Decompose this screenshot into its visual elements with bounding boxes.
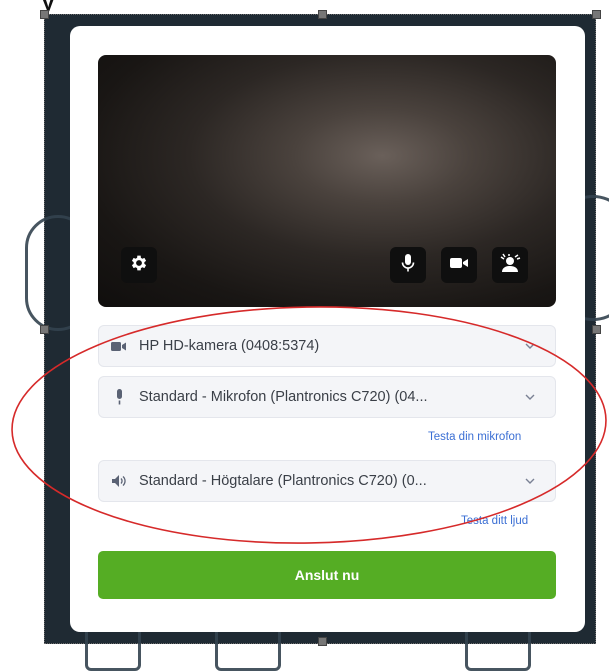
microphone-icon xyxy=(111,389,127,405)
resize-handle[interactable] xyxy=(592,325,601,334)
video-preview xyxy=(98,55,556,307)
chevron-down-icon xyxy=(523,343,537,349)
chevron-down-icon xyxy=(523,478,537,484)
microphone-select-value: Standard - Mikrofon (Plantronics C720) (… xyxy=(139,389,428,405)
test-microphone-link[interactable]: Testa din mikrofon xyxy=(428,431,521,443)
mute-microphone-button[interactable] xyxy=(390,247,426,283)
connect-now-button[interactable]: Anslut nu xyxy=(98,551,556,599)
test-sound-link[interactable]: Testa ditt ljud xyxy=(461,515,528,527)
microphone-icon xyxy=(400,253,416,278)
toggle-camera-button[interactable] xyxy=(441,247,477,283)
chevron-down-icon xyxy=(523,394,537,400)
settings-button[interactable] xyxy=(121,247,157,283)
resize-handle[interactable] xyxy=(40,325,49,334)
camera-select[interactable]: HP HD-kamera (0408:5374) xyxy=(98,325,556,367)
camera-select-value: HP HD-kamera (0408:5374) xyxy=(139,338,320,354)
background-effects-button[interactable] xyxy=(492,247,528,283)
background-effect-icon xyxy=(499,253,521,278)
video-camera-icon xyxy=(111,341,127,352)
resize-handle[interactable] xyxy=(318,10,327,19)
resize-handle[interactable] xyxy=(592,10,601,19)
page-title-fragment: y xyxy=(42,0,362,12)
speaker-select-value: Standard - Högtalare (Plantronics C720) … xyxy=(139,473,427,489)
video-camera-icon xyxy=(449,256,469,275)
resize-handle[interactable] xyxy=(40,10,49,19)
speaker-select[interactable]: Standard - Högtalare (Plantronics C720) … xyxy=(98,460,556,502)
microphone-select[interactable]: Standard - Mikrofon (Plantronics C720) (… xyxy=(98,376,556,418)
speaker-icon xyxy=(111,474,127,488)
gear-icon xyxy=(129,253,149,278)
resize-handle[interactable] xyxy=(318,637,327,646)
